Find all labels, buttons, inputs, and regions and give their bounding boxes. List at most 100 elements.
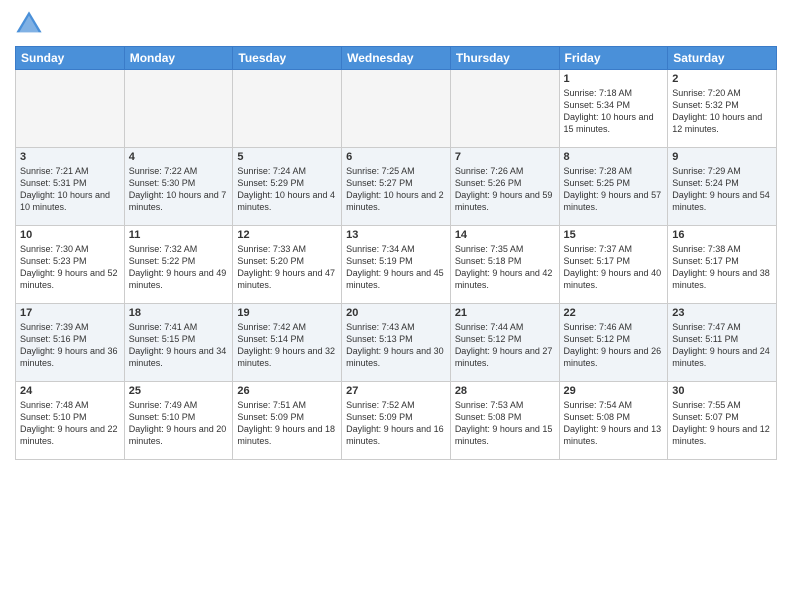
day-number: 11 <box>129 229 229 241</box>
calendar-cell: 3Sunrise: 7:21 AM Sunset: 5:31 PM Daylig… <box>16 148 125 226</box>
day-info: Sunrise: 7:25 AM Sunset: 5:27 PM Dayligh… <box>346 165 446 214</box>
day-info: Sunrise: 7:42 AM Sunset: 5:14 PM Dayligh… <box>237 321 337 370</box>
day-info: Sunrise: 7:24 AM Sunset: 5:29 PM Dayligh… <box>237 165 337 214</box>
day-info: Sunrise: 7:37 AM Sunset: 5:17 PM Dayligh… <box>564 243 664 292</box>
day-number: 15 <box>564 229 664 241</box>
calendar-week-row: 24 Sunrise: 7:48 AM Sunset: 5:10 PM Dayli… <box>16 382 777 460</box>
day-number: 20 <box>346 307 446 319</box>
day-info: Sunrise: 7:38 AM Sunset: 5:17 PM Dayligh… <box>672 243 772 292</box>
day-number: 13 <box>346 229 446 241</box>
calendar-cell: 9 Sunrise: 7:29 AM Sunset: 5:24 PM Daylig… <box>668 148 777 226</box>
calendar-table: SundayMondayTuesdayWednesdayThursdayFrid… <box>15 46 777 460</box>
calendar-cell: 8Sunrise: 7:28 AM Sunset: 5:25 PM Daylig… <box>559 148 668 226</box>
calendar-cell: 14 Sunrise: 7:35 AM Sunset: 5:18 PM Dayli… <box>450 226 559 304</box>
calendar-cell: 5Sunrise: 7:24 AM Sunset: 5:29 PM Daylig… <box>233 148 342 226</box>
weekday-header-saturday: Saturday <box>668 47 777 70</box>
day-number: 23 <box>672 307 772 319</box>
calendar-cell: 25 Sunrise: 7:49 AM Sunset: 5:10 PM Dayli… <box>124 382 233 460</box>
weekday-header-tuesday: Tuesday <box>233 47 342 70</box>
day-number: 6 <box>346 151 446 163</box>
day-info: Sunrise: 7:29 AM Sunset: 5:24 PM Dayligh… <box>672 165 772 214</box>
calendar-cell: 15 Sunrise: 7:37 AM Sunset: 5:17 PM Dayli… <box>559 226 668 304</box>
weekday-header-wednesday: Wednesday <box>342 47 451 70</box>
day-info: Sunrise: 7:48 AM Sunset: 5:10 PM Dayligh… <box>20 399 120 448</box>
calendar-week-row: 10 Sunrise: 7:30 AM Sunset: 5:23 PM Dayli… <box>16 226 777 304</box>
day-number: 18 <box>129 307 229 319</box>
day-number: 14 <box>455 229 555 241</box>
calendar-cell: 12 Sunrise: 7:33 AM Sunset: 5:20 PM Dayli… <box>233 226 342 304</box>
day-number: 30 <box>672 385 772 397</box>
day-number: 9 <box>672 151 772 163</box>
day-info: Sunrise: 7:39 AM Sunset: 5:16 PM Dayligh… <box>20 321 120 370</box>
day-info: Sunrise: 7:43 AM Sunset: 5:13 PM Dayligh… <box>346 321 446 370</box>
day-info: Sunrise: 7:26 AM Sunset: 5:26 PM Dayligh… <box>455 165 555 214</box>
day-number: 19 <box>237 307 337 319</box>
calendar-cell: 22 Sunrise: 7:46 AM Sunset: 5:12 PM Dayli… <box>559 304 668 382</box>
weekday-header-friday: Friday <box>559 47 668 70</box>
day-number: 10 <box>20 229 120 241</box>
calendar-cell: 21Sunrise: 7:44 AM Sunset: 5:12 PM Dayli… <box>450 304 559 382</box>
calendar-cell: 20 Sunrise: 7:43 AM Sunset: 5:13 PM Dayli… <box>342 304 451 382</box>
calendar-cell <box>342 70 451 148</box>
day-number: 27 <box>346 385 446 397</box>
day-number: 22 <box>564 307 664 319</box>
day-info: Sunrise: 7:55 AM Sunset: 5:07 PM Dayligh… <box>672 399 772 448</box>
calendar-cell: 19 Sunrise: 7:42 AM Sunset: 5:14 PM Dayli… <box>233 304 342 382</box>
day-info: Sunrise: 7:49 AM Sunset: 5:10 PM Dayligh… <box>129 399 229 448</box>
calendar-cell <box>124 70 233 148</box>
calendar-cell <box>16 70 125 148</box>
calendar-cell: 13 Sunrise: 7:34 AM Sunset: 5:19 PM Dayli… <box>342 226 451 304</box>
day-info: Sunrise: 7:30 AM Sunset: 5:23 PM Dayligh… <box>20 243 120 292</box>
calendar-cell: 23Sunrise: 7:47 AM Sunset: 5:11 PM Dayli… <box>668 304 777 382</box>
calendar-week-row: 3Sunrise: 7:21 AM Sunset: 5:31 PM Daylig… <box>16 148 777 226</box>
calendar-header-row: SundayMondayTuesdayWednesdayThursdayFrid… <box>16 47 777 70</box>
day-info: Sunrise: 7:35 AM Sunset: 5:18 PM Dayligh… <box>455 243 555 292</box>
calendar-cell: 24 Sunrise: 7:48 AM Sunset: 5:10 PM Dayli… <box>16 382 125 460</box>
day-number: 4 <box>129 151 229 163</box>
day-number: 24 <box>20 385 120 397</box>
day-info: Sunrise: 7:53 AM Sunset: 5:08 PM Dayligh… <box>455 399 555 448</box>
calendar-cell: 6 Sunrise: 7:25 AM Sunset: 5:27 PM Daylig… <box>342 148 451 226</box>
page-header <box>15 10 777 38</box>
day-number: 26 <box>237 385 337 397</box>
day-number: 25 <box>129 385 229 397</box>
day-number: 7 <box>455 151 555 163</box>
calendar-cell: 27 Sunrise: 7:52 AM Sunset: 5:09 PM Dayli… <box>342 382 451 460</box>
day-info: Sunrise: 7:34 AM Sunset: 5:19 PM Dayligh… <box>346 243 446 292</box>
calendar-cell: 16 Sunrise: 7:38 AM Sunset: 5:17 PM Dayli… <box>668 226 777 304</box>
day-number: 21 <box>455 307 555 319</box>
calendar-cell: 2Sunrise: 7:20 AM Sunset: 5:32 PM Daylig… <box>668 70 777 148</box>
day-info: Sunrise: 7:22 AM Sunset: 5:30 PM Dayligh… <box>129 165 229 214</box>
weekday-header-monday: Monday <box>124 47 233 70</box>
calendar-cell <box>233 70 342 148</box>
day-number: 2 <box>672 73 772 85</box>
day-number: 29 <box>564 385 664 397</box>
calendar-cell: 30 Sunrise: 7:55 AM Sunset: 5:07 PM Dayli… <box>668 382 777 460</box>
day-number: 1 <box>564 73 664 85</box>
calendar-cell: 28 Sunrise: 7:53 AM Sunset: 5:08 PM Dayli… <box>450 382 559 460</box>
calendar-week-row: 17 Sunrise: 7:39 AM Sunset: 5:16 PM Dayli… <box>16 304 777 382</box>
day-info: Sunrise: 7:28 AM Sunset: 5:25 PM Dayligh… <box>564 165 664 214</box>
logo-icon <box>15 10 43 38</box>
day-info: Sunrise: 7:52 AM Sunset: 5:09 PM Dayligh… <box>346 399 446 448</box>
day-info: Sunrise: 7:33 AM Sunset: 5:20 PM Dayligh… <box>237 243 337 292</box>
day-info: Sunrise: 7:46 AM Sunset: 5:12 PM Dayligh… <box>564 321 664 370</box>
day-number: 17 <box>20 307 120 319</box>
weekday-header-thursday: Thursday <box>450 47 559 70</box>
calendar-cell: 1 Sunrise: 7:18 AM Sunset: 5:34 PM Daylig… <box>559 70 668 148</box>
day-number: 28 <box>455 385 555 397</box>
calendar-cell: 7 Sunrise: 7:26 AM Sunset: 5:26 PM Daylig… <box>450 148 559 226</box>
calendar-cell: 10 Sunrise: 7:30 AM Sunset: 5:23 PM Dayli… <box>16 226 125 304</box>
day-number: 16 <box>672 229 772 241</box>
day-info: Sunrise: 7:32 AM Sunset: 5:22 PM Dayligh… <box>129 243 229 292</box>
day-number: 12 <box>237 229 337 241</box>
calendar-week-row: 1 Sunrise: 7:18 AM Sunset: 5:34 PM Daylig… <box>16 70 777 148</box>
calendar-cell: 17 Sunrise: 7:39 AM Sunset: 5:16 PM Dayli… <box>16 304 125 382</box>
day-info: Sunrise: 7:41 AM Sunset: 5:15 PM Dayligh… <box>129 321 229 370</box>
page-container: SundayMondayTuesdayWednesdayThursdayFrid… <box>0 0 792 612</box>
day-info: Sunrise: 7:21 AM Sunset: 5:31 PM Dayligh… <box>20 165 120 214</box>
logo <box>15 10 47 38</box>
day-info: Sunrise: 7:18 AM Sunset: 5:34 PM Dayligh… <box>564 87 664 136</box>
calendar-cell: 11 Sunrise: 7:32 AM Sunset: 5:22 PM Dayli… <box>124 226 233 304</box>
day-info: Sunrise: 7:54 AM Sunset: 5:08 PM Dayligh… <box>564 399 664 448</box>
